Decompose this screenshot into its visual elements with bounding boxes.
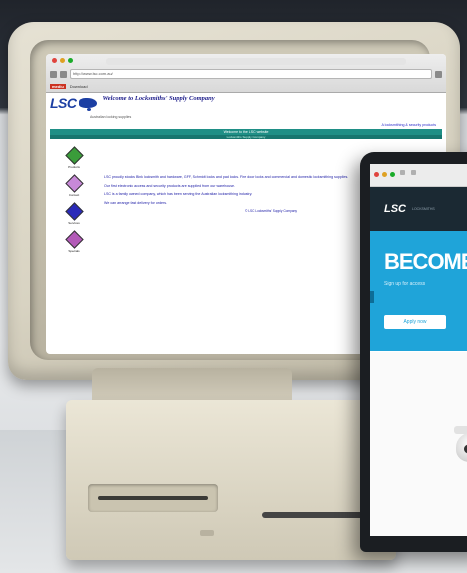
diamond-green-icon [64, 146, 84, 165]
nav-label: Products [68, 165, 80, 169]
download-strip: mediu Download [50, 82, 442, 90]
sidebar-icon[interactable] [400, 170, 405, 175]
diamond-purple-icon [64, 230, 84, 249]
lsc-logo[interactable]: LSC [384, 203, 406, 215]
apply-now-button[interactable]: Apply now [384, 315, 446, 329]
window-controls [52, 58, 73, 63]
window-controls [374, 172, 395, 177]
hero-subtitle: Sign up for access [384, 281, 426, 287]
zoom-dot-icon[interactable] [390, 172, 395, 177]
address-bar[interactable]: http://www.lsc.com.au/ [70, 69, 432, 79]
page-header: LSC Welcome to Locksmiths' Supply Compan… [50, 95, 442, 125]
nav-item-products[interactable]: Products [64, 146, 84, 169]
nav-item-services[interactable]: Services [64, 202, 84, 225]
download-logo: mediu [50, 83, 66, 89]
nav-label: Specials [68, 249, 80, 253]
desktop-cpu-case [66, 400, 396, 560]
url-row: http://www.lsc.com.au/ [50, 68, 442, 80]
nav-item-contact[interactable]: Contact [64, 174, 84, 197]
side-navigation: Products Contact Services Specials [50, 145, 98, 253]
subheading-link[interactable]: A locksmithing & security products [50, 123, 436, 127]
security-camera-image [450, 426, 467, 470]
old-browser-chrome: http://www.lsc.com.au/ mediu Download [46, 54, 446, 93]
carousel-prev-icon[interactable] [370, 291, 374, 303]
diamond-lilac-icon [64, 174, 84, 193]
nav-label: Services [68, 221, 80, 225]
lsc-logo: LSC [50, 95, 77, 111]
minimize-dot-icon[interactable] [382, 172, 387, 177]
close-dot-icon[interactable] [374, 172, 379, 177]
diamond-blue-icon [64, 202, 84, 221]
teal-subbanner: Locksmiths Supply Company [50, 135, 442, 139]
hero-title: BECOME [384, 249, 467, 274]
laptop-screen: LSC LOCKSMITHS BECOME Sign up for access… [370, 164, 467, 536]
nav-label: Contact [68, 193, 80, 197]
modern-browser-chrome [370, 164, 467, 187]
tab-strip[interactable] [106, 58, 406, 65]
close-dot-icon[interactable] [52, 58, 57, 63]
site-navbar: LSC LOCKSMITHS [370, 187, 467, 231]
zoom-dot-icon[interactable] [68, 58, 73, 63]
laptop: LSC LOCKSMITHS BECOME Sign up for access… [360, 152, 467, 552]
bookmark-icon[interactable] [435, 70, 442, 78]
tagline: Australian locking supplies [90, 115, 132, 119]
toolbar-buttons [400, 170, 416, 175]
nav-item-specials[interactable]: Specials [64, 230, 84, 253]
download-text[interactable]: Download [70, 84, 88, 89]
australia-map-icon [78, 98, 97, 111]
hero-banner: BECOME Sign up for access Apply now [370, 231, 467, 351]
eject-button [200, 530, 214, 536]
back-icon[interactable] [50, 70, 57, 78]
back-icon[interactable] [411, 170, 416, 175]
product-showcase [370, 352, 467, 536]
logo-subtitle: LOCKSMITHS [412, 207, 435, 211]
drive-slot [262, 512, 372, 518]
welcome-heading: Welcome to Locksmiths' Supply Company [102, 95, 215, 102]
minimize-dot-icon[interactable] [60, 58, 65, 63]
forward-icon[interactable] [60, 70, 67, 78]
floppy-drive [88, 484, 218, 512]
